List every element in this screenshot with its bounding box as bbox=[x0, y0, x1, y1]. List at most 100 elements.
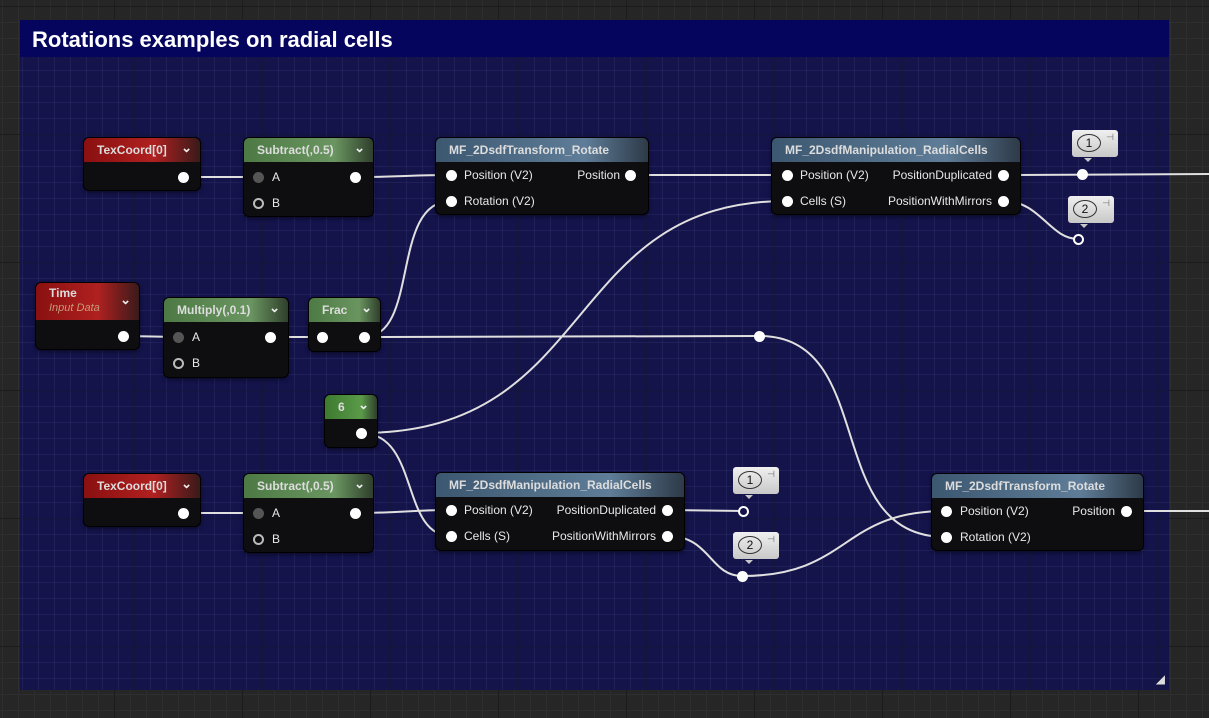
pin-label: A bbox=[192, 330, 201, 344]
node-title: Subtract(,0.5) bbox=[257, 143, 334, 157]
texcoord-node[interactable]: TexCoord[0] ⌄ bbox=[84, 138, 200, 190]
chevron-down-icon[interactable]: ⌄ bbox=[354, 140, 365, 156]
output-pin[interactable] bbox=[359, 332, 370, 343]
input-pin-a[interactable] bbox=[253, 508, 264, 519]
node-title: MF_2DsdfTransform_Rotate bbox=[945, 479, 1106, 493]
wire bbox=[1003, 173, 1209, 176]
reroute-number: 1 bbox=[738, 471, 762, 489]
reroute-node[interactable] bbox=[1077, 169, 1088, 180]
reroute-number: 2 bbox=[1073, 200, 1097, 218]
output-pin[interactable] bbox=[356, 428, 367, 439]
reroute-node[interactable] bbox=[738, 506, 749, 517]
output-pin-duplicated[interactable] bbox=[662, 505, 673, 516]
node-title: TexCoord[0] bbox=[97, 143, 167, 157]
subtract-node[interactable]: Subtract(,0.5) ⌄ A B bbox=[244, 138, 373, 216]
chevron-down-icon[interactable]: ⌄ bbox=[181, 140, 192, 156]
input-pin-position[interactable] bbox=[782, 170, 793, 181]
output-pin[interactable] bbox=[265, 332, 276, 343]
reroute-bubble[interactable]: 2 ⊣ bbox=[1068, 196, 1114, 228]
chevron-down-icon[interactable]: ⌄ bbox=[361, 300, 372, 316]
input-pin-rotation[interactable] bbox=[941, 532, 952, 543]
output-pin-duplicated[interactable] bbox=[998, 170, 1009, 181]
time-node[interactable]: Time Input Data ⌄ bbox=[36, 283, 139, 349]
output-pin-mirrors[interactable] bbox=[662, 531, 673, 542]
chevron-down-icon[interactable]: ⌄ bbox=[269, 300, 280, 316]
pin-label: PositionWithMirrors bbox=[887, 194, 992, 208]
node-title: Time bbox=[49, 286, 77, 300]
rotate-node[interactable]: MF_2DsdfTransform_Rotate Position (V2) R… bbox=[932, 474, 1143, 550]
pin-icon[interactable]: ⊣ bbox=[1102, 198, 1110, 209]
input-pin-rotation[interactable] bbox=[446, 196, 457, 207]
output-pin[interactable] bbox=[118, 331, 129, 342]
reroute-node[interactable] bbox=[754, 331, 765, 342]
output-pin[interactable] bbox=[178, 172, 189, 183]
pin-label: Position (V2) bbox=[800, 168, 869, 182]
pin-label: Position (V2) bbox=[464, 168, 533, 182]
input-pin-a[interactable] bbox=[253, 172, 264, 183]
pin-label: B bbox=[272, 532, 281, 546]
node-title: 6 bbox=[338, 400, 345, 414]
chevron-down-icon[interactable]: ⌄ bbox=[354, 476, 365, 492]
frac-node[interactable]: Frac ⌄ bbox=[309, 298, 380, 351]
reroute-number: 1 bbox=[1077, 134, 1101, 152]
input-pin-a[interactable] bbox=[173, 332, 184, 343]
pin-label: PositionDuplicated bbox=[556, 503, 656, 517]
reroute-bubble[interactable]: 2 ⊣ bbox=[733, 532, 779, 564]
input-pin-b[interactable] bbox=[253, 534, 264, 545]
chevron-down-icon[interactable]: ⌄ bbox=[120, 292, 131, 308]
radial-cells-node[interactable]: MF_2DsdfManipulation_RadialCells Positio… bbox=[772, 138, 1020, 214]
node-title: Multiply(,0.1) bbox=[177, 303, 251, 317]
pin-label: Rotation (V2) bbox=[464, 194, 535, 208]
pin-label: Rotation (V2) bbox=[960, 530, 1031, 544]
chevron-down-icon[interactable]: ⌄ bbox=[358, 397, 369, 413]
radial-cells-node[interactable]: MF_2DsdfManipulation_RadialCells Positio… bbox=[436, 473, 684, 550]
reroute-node[interactable] bbox=[737, 571, 748, 582]
node-title: Subtract(,0.5) bbox=[257, 479, 334, 493]
node-title: MF_2DsdfManipulation_RadialCells bbox=[449, 478, 652, 492]
node-title: MF_2DsdfTransform_Rotate bbox=[449, 143, 610, 157]
pin-label: PositionDuplicated bbox=[892, 168, 992, 182]
pin-label: A bbox=[272, 506, 281, 520]
multiply-node[interactable]: Multiply(,0.1) ⌄ A B bbox=[164, 298, 288, 377]
texcoord-node[interactable]: TexCoord[0] ⌄ bbox=[84, 474, 200, 526]
pin-label: Cells (S) bbox=[464, 529, 511, 543]
pin-label: B bbox=[272, 196, 281, 210]
input-pin[interactable] bbox=[317, 332, 328, 343]
reroute-bubble[interactable]: 1 ⊣ bbox=[733, 467, 779, 499]
reroute-bubble[interactable]: 1 ⊣ bbox=[1072, 130, 1118, 162]
pin-label: Cells (S) bbox=[800, 194, 847, 208]
input-pin-b[interactable] bbox=[253, 198, 264, 209]
output-pin[interactable] bbox=[350, 508, 361, 519]
wire bbox=[758, 335, 947, 538]
rotate-node[interactable]: MF_2DsdfTransform_Rotate Position (V2) R… bbox=[436, 138, 648, 214]
pin-label: B bbox=[192, 356, 201, 370]
node-title: Frac bbox=[322, 303, 348, 317]
chevron-down-icon[interactable]: ⌄ bbox=[181, 476, 192, 492]
node-title: TexCoord[0] bbox=[97, 479, 167, 493]
pin-icon[interactable]: ⊣ bbox=[767, 469, 775, 480]
reroute-number: 2 bbox=[738, 536, 762, 554]
output-pin[interactable] bbox=[350, 172, 361, 183]
input-pin-position[interactable] bbox=[446, 170, 457, 181]
pin-label: A bbox=[272, 170, 281, 184]
output-pin-mirrors[interactable] bbox=[998, 196, 1009, 207]
wire bbox=[360, 200, 788, 434]
pin-label: PositionWithMirrors bbox=[551, 529, 656, 543]
pin-label: Position bbox=[577, 168, 620, 182]
constant-node[interactable]: 6 ⌄ bbox=[325, 395, 377, 447]
pin-label: Position (V2) bbox=[960, 504, 1029, 518]
subtract-node[interactable]: Subtract(,0.5) ⌄ A B bbox=[244, 474, 373, 552]
pin-icon[interactable]: ⊣ bbox=[1106, 132, 1114, 143]
node-title: MF_2DsdfManipulation_RadialCells bbox=[785, 143, 988, 157]
pin-label: Position (V2) bbox=[464, 503, 533, 517]
output-pin-position[interactable] bbox=[625, 170, 636, 181]
input-pin-position[interactable] bbox=[446, 505, 457, 516]
input-pin-b[interactable] bbox=[173, 358, 184, 369]
input-pin-cells[interactable] bbox=[446, 531, 457, 542]
input-pin-position[interactable] bbox=[941, 506, 952, 517]
pin-icon[interactable]: ⊣ bbox=[767, 534, 775, 545]
output-pin-position[interactable] bbox=[1121, 506, 1132, 517]
input-pin-cells[interactable] bbox=[782, 196, 793, 207]
reroute-node[interactable] bbox=[1073, 234, 1084, 245]
output-pin[interactable] bbox=[178, 508, 189, 519]
